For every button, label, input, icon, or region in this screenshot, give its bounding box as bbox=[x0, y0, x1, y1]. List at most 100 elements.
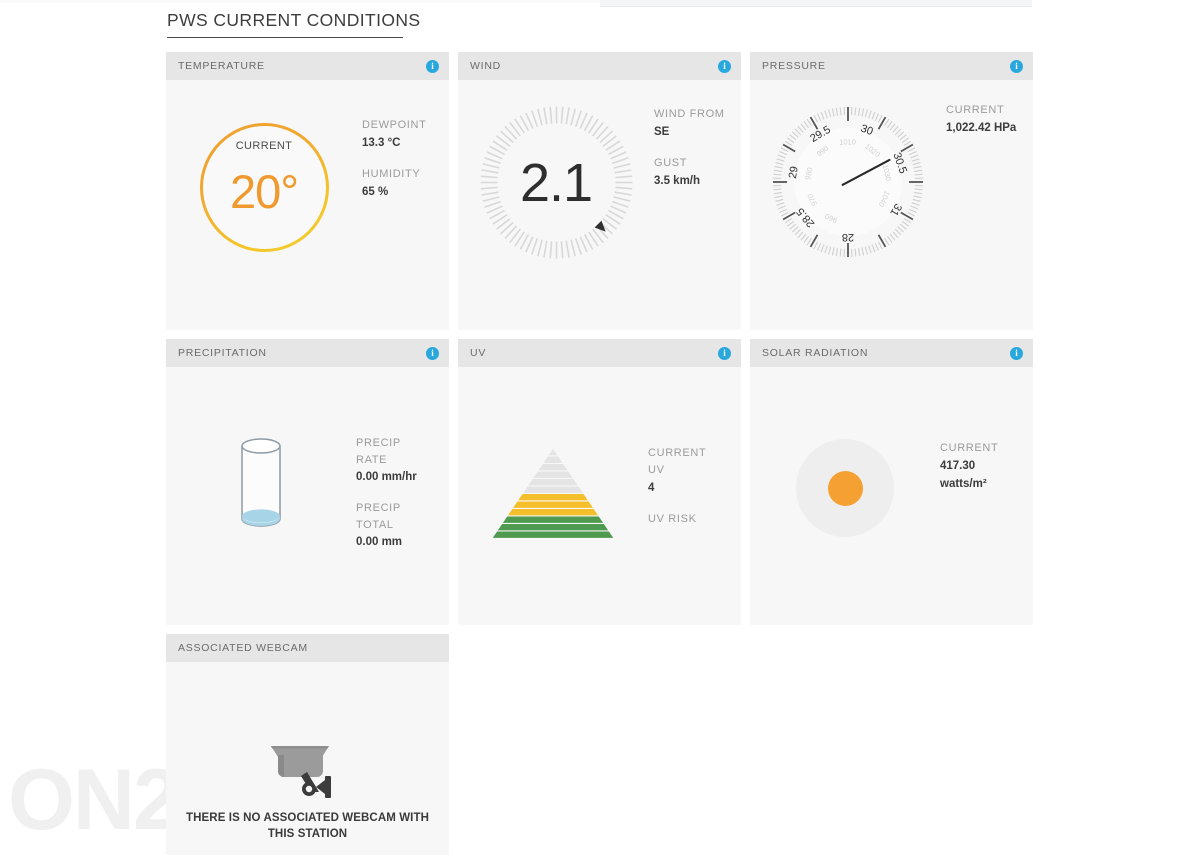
readout-value-line2: watts/m² bbox=[940, 478, 987, 490]
grid-row-2: PRECIPITATION i PRECIP RATE 0.00 mm/hr P… bbox=[166, 339, 1034, 625]
card-title-temperature: TEMPERATURE bbox=[178, 60, 265, 72]
card-pressure: PRESSURE i 28 28.5 29 29.5 30 30.5 31 960 970 98… bbox=[750, 52, 1033, 330]
info-icon[interactable]: i bbox=[1010, 59, 1023, 73]
readout-value: 65 % bbox=[362, 186, 389, 198]
card-body-uv: CURRENT UV 4 UV RISK bbox=[458, 367, 741, 625]
card-header-wind: WIND i bbox=[458, 52, 741, 80]
solar-disc-container bbox=[750, 377, 940, 537]
temperature-gauge: CURRENT 20° bbox=[166, 90, 362, 252]
card-header-temperature: TEMPERATURE i bbox=[166, 52, 449, 80]
readout-value: SE bbox=[654, 126, 670, 138]
temperature-ring: CURRENT 20° bbox=[200, 123, 329, 252]
wind-readouts: WIND FROM SE GUST 3.5 km/h bbox=[654, 90, 725, 204]
wind-dial-container: 2.1 bbox=[458, 90, 654, 260]
card-wind: WIND i 2.1 WIND FROM SE GUST 3.5 km/h bbox=[458, 52, 741, 330]
page-title-container: PWS CURRENT CONDITIONS bbox=[167, 10, 421, 38]
info-icon[interactable]: i bbox=[718, 346, 731, 360]
card-body-pressure: 28 28.5 29 29.5 30 30.5 31 960 970 980 990 1010 102… bbox=[750, 80, 1033, 330]
security-camera-icon bbox=[270, 746, 331, 798]
grid-row-1: TEMPERATURE i CURRENT 20° DEWPOINT 13.3 … bbox=[166, 52, 1034, 330]
readout-label-line2: UV bbox=[648, 464, 665, 476]
card-title-solar-radiation: SOLAR RADIATION bbox=[762, 347, 869, 359]
info-icon[interactable]: i bbox=[1010, 346, 1023, 360]
readout-label: HUMIDITY bbox=[362, 168, 421, 180]
card-header-associated-webcam: ASSOCIATED WEBCAM bbox=[166, 634, 449, 662]
card-body-temperature: CURRENT 20° DEWPOINT 13.3 °C HUMIDITY 65… bbox=[166, 80, 449, 330]
card-title-pressure: PRESSURE bbox=[762, 60, 826, 72]
card-temperature: TEMPERATURE i CURRENT 20° DEWPOINT 13.3 … bbox=[166, 52, 449, 330]
pressure-gauge: 28 28.5 29 29.5 30 30.5 31 960 970 980 990 1010 102… bbox=[769, 103, 927, 261]
temperature-readouts: DEWPOINT 13.3 °C HUMIDITY 65 % bbox=[362, 90, 426, 215]
card-precipitation: PRECIPITATION i PRECIP RATE 0.00 mm/hr P… bbox=[166, 339, 449, 625]
precipitation-readouts: PRECIP RATE 0.00 mm/hr PRECIP TOTAL 0.00… bbox=[356, 377, 417, 565]
card-body-associated-webcam: THERE IS NO ASSOCIATED WEBCAM WITH THIS … bbox=[166, 662, 449, 855]
card-header-precipitation: PRECIPITATION i bbox=[166, 339, 449, 367]
pressure-gauge-container: 28 28.5 29 29.5 30 30.5 31 960 970 980 990 1010 102… bbox=[750, 90, 946, 261]
pressure-readouts: CURRENT 1,022.42 HPa bbox=[946, 90, 1016, 151]
conditions-grid: TEMPERATURE i CURRENT 20° DEWPOINT 13.3 … bbox=[166, 52, 1034, 859]
top-strip-left bbox=[0, 0, 600, 3]
card-title-associated-webcam: ASSOCIATED WEBCAM bbox=[178, 642, 308, 654]
uv-readouts: CURRENT UV 4 UV RISK bbox=[648, 377, 706, 542]
sun-icon bbox=[827, 470, 863, 506]
pws-dashboard: ON24 PWS CURRENT CONDITIONS TEMPERATURE … bbox=[0, 0, 1200, 859]
readout-label-line1: PRECIP bbox=[356, 502, 401, 514]
rain-gauge-container bbox=[166, 377, 356, 529]
readout-current-uv: CURRENT UV 4 bbox=[648, 445, 706, 497]
readout-label-line1: CURRENT bbox=[648, 447, 707, 459]
card-solar-radiation: SOLAR RADIATION i CURRENT 417.30 watts/m… bbox=[750, 339, 1033, 625]
readout-label: CURRENT bbox=[946, 104, 1005, 116]
uv-pyramid-container bbox=[458, 377, 648, 543]
readout-value: 0.00 mm bbox=[356, 536, 403, 548]
readout-value: 13.3 °C bbox=[362, 137, 401, 149]
card-header-uv: UV i bbox=[458, 339, 741, 367]
info-icon[interactable]: i bbox=[718, 59, 731, 73]
info-icon[interactable]: i bbox=[426, 346, 439, 360]
temperature-ring-inner: CURRENT 20° bbox=[203, 140, 326, 218]
temperature-value: 20° bbox=[229, 164, 299, 218]
svg-text:1010: 1010 bbox=[839, 137, 856, 146]
readout-humidity: HUMIDITY 65 % bbox=[362, 166, 426, 201]
readout-gust: GUST 3.5 km/h bbox=[654, 155, 725, 190]
readout-solar-current: CURRENT 417.30 watts/m² bbox=[940, 440, 998, 493]
svg-text:28: 28 bbox=[842, 231, 854, 243]
readout-label: WIND FROM bbox=[654, 108, 725, 120]
card-body-precipitation: PRECIP RATE 0.00 mm/hr PRECIP TOTAL 0.00… bbox=[166, 367, 449, 625]
readout-value: 4 bbox=[648, 482, 655, 494]
webcam-empty-message: THERE IS NO ASSOCIATED WEBCAM WITH THIS … bbox=[186, 812, 429, 840]
readout-value: 0.00 mm/hr bbox=[356, 471, 417, 483]
readout-value: 1,022.42 HPa bbox=[946, 122, 1017, 134]
card-title-uv: UV bbox=[470, 347, 487, 359]
card-body-solar-radiation: CURRENT 417.30 watts/m² bbox=[750, 367, 1033, 625]
rain-gauge-icon bbox=[241, 438, 281, 527]
svg-text:29: 29 bbox=[787, 165, 801, 179]
readout-label-line2: TOTAL bbox=[356, 518, 394, 531]
card-associated-webcam: ASSOCIATED WEBCAM THERE IS NO ASSOCIATED… bbox=[166, 634, 449, 855]
readout-label: GUST bbox=[654, 157, 688, 169]
info-icon[interactable]: i bbox=[426, 59, 439, 73]
temperature-caption: CURRENT bbox=[235, 139, 293, 152]
page-title: PWS CURRENT CONDITIONS bbox=[167, 10, 421, 30]
grid-row-3: ASSOCIATED WEBCAM THERE IS NO ASSOCIATED… bbox=[166, 634, 1034, 855]
readout-dewpoint: DEWPOINT 13.3 °C bbox=[362, 117, 426, 152]
readout-wind-from: WIND FROM SE bbox=[654, 106, 725, 141]
readout-pressure-current: CURRENT 1,022.42 HPa bbox=[946, 102, 1016, 137]
uv-pyramid-icon bbox=[492, 449, 614, 538]
card-title-precipitation: PRECIPITATION bbox=[178, 347, 267, 359]
readout-label: UV RISK bbox=[648, 513, 697, 525]
card-header-pressure: PRESSURE i bbox=[750, 52, 1033, 80]
readout-precip-rate: PRECIP RATE 0.00 mm/hr bbox=[356, 435, 417, 486]
readout-label: CURRENT bbox=[940, 442, 999, 454]
wind-dial: 2.1 bbox=[479, 105, 634, 260]
readout-value: 3.5 km/h bbox=[654, 175, 701, 187]
card-body-wind: 2.1 WIND FROM SE GUST 3.5 km/h bbox=[458, 80, 741, 330]
wind-speed-value: 2.1 bbox=[519, 152, 593, 213]
readout-precip-total: PRECIP TOTAL 0.00 mm bbox=[356, 500, 417, 551]
pressure-gauge-face: 2828.52929.5 3030.531 9609709809901010 102… bbox=[773, 107, 923, 257]
card-header-solar-radiation: SOLAR RADIATION i bbox=[750, 339, 1033, 367]
card-title-wind: WIND bbox=[470, 60, 501, 72]
readout-label-line1: PRECIP bbox=[356, 437, 401, 449]
readout-label: DEWPOINT bbox=[362, 119, 427, 131]
card-uv: UV i CURRENT UV 4 UV RISK bbox=[458, 339, 741, 625]
readout-label-line2: RATE bbox=[356, 453, 388, 466]
